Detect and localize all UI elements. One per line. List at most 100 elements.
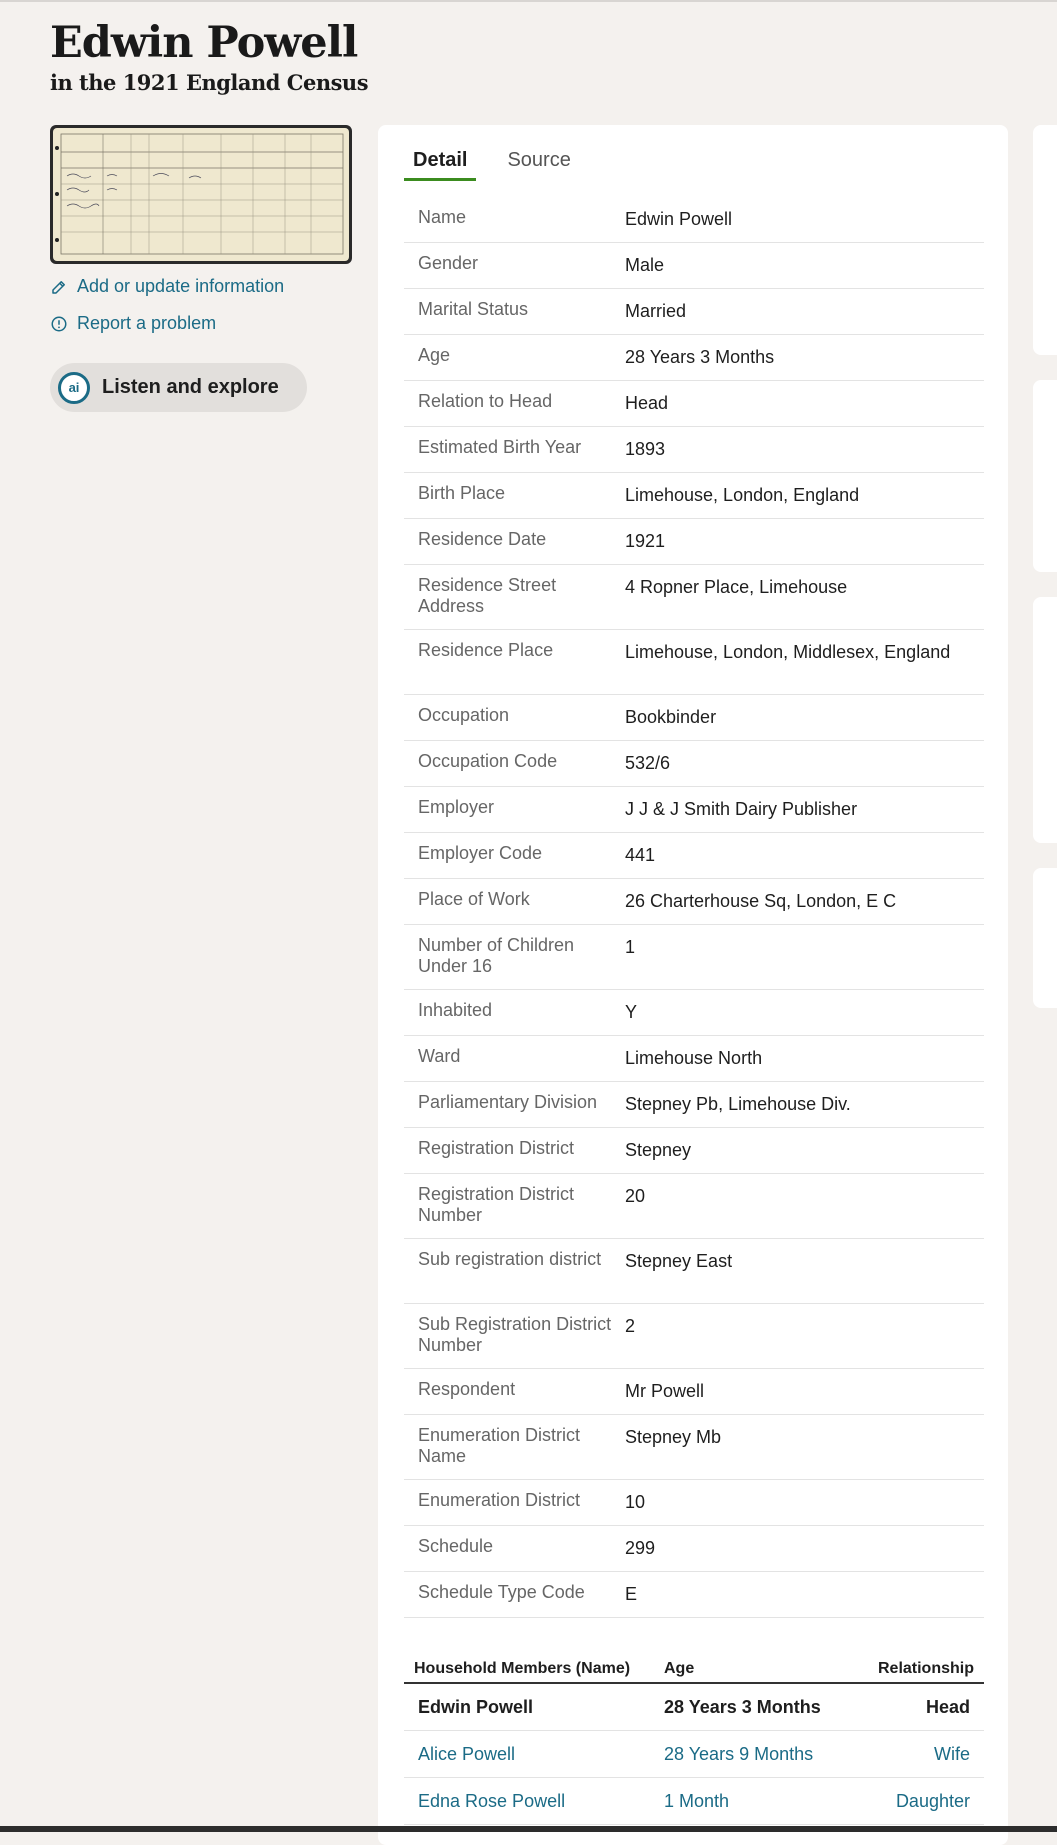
tab-detail[interactable]: Detail bbox=[404, 149, 477, 181]
census-image-thumbnail[interactable] bbox=[50, 125, 352, 264]
detail-value: Male bbox=[625, 255, 665, 275]
detail-label: Number of Children Under 16 bbox=[418, 935, 575, 976]
detail-row: Relation to Head Head bbox=[404, 381, 984, 427]
member-relationship[interactable]: Wife bbox=[864, 1744, 984, 1765]
tab-bar: Detail Source bbox=[404, 149, 580, 181]
detail-value: 1 bbox=[625, 937, 636, 957]
detail-value: Limehouse North bbox=[625, 1048, 763, 1068]
detail-value: 1921 bbox=[625, 531, 666, 551]
detail-value: Edwin Powell bbox=[625, 209, 733, 229]
detail-label: Inhabited bbox=[418, 1000, 493, 1020]
detail-label: Registration District Number bbox=[418, 1184, 575, 1225]
collection-subtitle: in the 1921 England Census bbox=[50, 70, 369, 95]
detail-label: Gender bbox=[418, 253, 479, 273]
household-table-header: Household Members (Name) Age Relationshi… bbox=[404, 1660, 984, 1684]
household-age-header: Age bbox=[664, 1660, 695, 1677]
detail-value: J J & J Smith Dairy Publisher bbox=[625, 799, 858, 819]
detail-label: Residence Street Address bbox=[418, 575, 557, 616]
detail-label: Birth Place bbox=[418, 483, 506, 503]
member-relationship[interactable]: Daughter bbox=[864, 1791, 984, 1812]
member-name-link[interactable]: Alice Powell bbox=[404, 1744, 664, 1765]
detail-value: 4 Ropner Place, Limehouse bbox=[625, 577, 848, 597]
listen-and-explore-button[interactable]: ai Listen and explore bbox=[50, 363, 307, 412]
detail-value: 2 bbox=[625, 1316, 636, 1336]
detail-label: Enumeration District bbox=[418, 1490, 581, 1510]
detail-row: Employer J J & J Smith Dairy Publisher bbox=[404, 787, 984, 833]
detail-label: Marital Status bbox=[418, 299, 529, 319]
detail-row: Registration District Number 20 bbox=[404, 1174, 984, 1239]
detail-row: Residence Date 1921 bbox=[404, 519, 984, 565]
household-name-header: Household Members (Name) bbox=[414, 1660, 631, 1677]
detail-value: 1893 bbox=[625, 439, 666, 459]
detail-label: Employer bbox=[418, 797, 495, 817]
right-panel-card bbox=[1033, 125, 1057, 355]
detail-row: Occupation Code 532/6 bbox=[404, 741, 984, 787]
detail-value: Head bbox=[625, 393, 669, 413]
detail-row: Ward Limehouse North bbox=[404, 1036, 984, 1082]
detail-value: Stepney bbox=[625, 1140, 692, 1160]
detail-label: Occupation bbox=[418, 705, 510, 725]
detail-value: 20 bbox=[625, 1186, 646, 1206]
detail-value: Stepney Mb bbox=[625, 1427, 722, 1447]
detail-row: Enumeration District Name Stepney Mb bbox=[404, 1415, 984, 1480]
detail-value: Limehouse, London, England bbox=[625, 485, 860, 505]
detail-table: Name Edwin Powell Gender Male Marital Status… bbox=[404, 197, 984, 1618]
detail-label: Schedule bbox=[418, 1536, 494, 1556]
detail-label: Employer Code bbox=[418, 843, 543, 863]
page-title: Edwin Powell bbox=[50, 18, 358, 68]
household-member-row[interactable]: Alice Powell 28 Years 9 Months Wife bbox=[404, 1731, 984, 1778]
detail-row: Age 28 Years 3 Months bbox=[404, 335, 984, 381]
detail-label: Parliamentary Division bbox=[418, 1092, 598, 1112]
detail-value: 10 bbox=[625, 1492, 646, 1512]
detail-value: Married bbox=[625, 301, 687, 321]
household-members-table: Household Members (Name) Age Relationshi… bbox=[404, 1660, 984, 1825]
right-panel-card bbox=[1033, 380, 1057, 572]
report-problem-link[interactable]: Report a problem bbox=[50, 313, 216, 334]
detail-value: 28 Years 3 Months bbox=[625, 347, 775, 367]
detail-row: Occupation Bookbinder bbox=[404, 695, 984, 741]
detail-label: Relation to Head bbox=[418, 391, 553, 411]
detail-value: Y bbox=[625, 1002, 638, 1022]
detail-value: Stepney Pb, Limehouse Div. bbox=[625, 1094, 851, 1114]
detail-label: Ward bbox=[418, 1046, 461, 1066]
detail-label: Residence Place bbox=[418, 640, 554, 660]
detail-row: Schedule 299 bbox=[404, 1526, 984, 1572]
household-member-row[interactable]: Edna Rose Powell 1 Month Daughter bbox=[404, 1778, 984, 1825]
detail-row: Enumeration District 10 bbox=[404, 1480, 984, 1526]
top-border bbox=[0, 0, 1057, 2]
add-update-information-label: Add or update information bbox=[77, 276, 285, 296]
detail-row: Schedule Type Code E bbox=[404, 1572, 984, 1618]
detail-label: Age bbox=[418, 345, 451, 365]
detail-label: Residence Date bbox=[418, 529, 547, 549]
member-relationship: Head bbox=[925, 1696, 970, 1717]
detail-row: Gender Male bbox=[404, 243, 984, 289]
tab-source[interactable]: Source bbox=[498, 149, 579, 181]
detail-row: Sub Registration District Number 2 bbox=[404, 1304, 984, 1369]
detail-label: Schedule Type Code bbox=[418, 1582, 585, 1602]
record-detail-card: Detail Source Name Edwin Powell Gender Male… bbox=[378, 125, 1008, 1845]
detail-label: Respondent bbox=[418, 1379, 516, 1399]
add-update-information-link[interactable]: Add or update information bbox=[50, 276, 284, 297]
detail-label: Sub registration district bbox=[418, 1249, 602, 1269]
detail-value: Mr Powell bbox=[625, 1381, 705, 1401]
detail-row: Residence Street Address 4 Ropner Place, … bbox=[404, 565, 984, 630]
detail-label: Name bbox=[418, 207, 467, 227]
report-problem-label: Report a problem bbox=[77, 313, 217, 333]
detail-row: Residence Place Limehouse, London, Middle… bbox=[404, 630, 984, 695]
right-panel-card bbox=[1033, 597, 1057, 843]
detail-value: Bookbinder bbox=[625, 707, 717, 727]
detail-row: Name Edwin Powell bbox=[404, 197, 984, 243]
detail-value: E bbox=[625, 1584, 638, 1604]
member-age[interactable]: 1 Month bbox=[664, 1791, 864, 1812]
detail-row: Respondent Mr Powell bbox=[404, 1369, 984, 1415]
detail-label: Estimated Birth Year bbox=[418, 437, 582, 457]
detail-row: Sub registration district Stepney East bbox=[404, 1239, 984, 1304]
pencil-icon bbox=[52, 280, 65, 294]
household-relationship-header: Relationship bbox=[877, 1660, 974, 1677]
detail-label: Place of Work bbox=[418, 889, 530, 909]
detail-row: Registration District Stepney bbox=[404, 1128, 984, 1174]
detail-row: Inhabited Y bbox=[404, 990, 984, 1036]
detail-label: Registration District bbox=[418, 1138, 575, 1158]
member-name-link[interactable]: Edna Rose Powell bbox=[404, 1791, 664, 1812]
member-age[interactable]: 28 Years 9 Months bbox=[664, 1744, 864, 1765]
